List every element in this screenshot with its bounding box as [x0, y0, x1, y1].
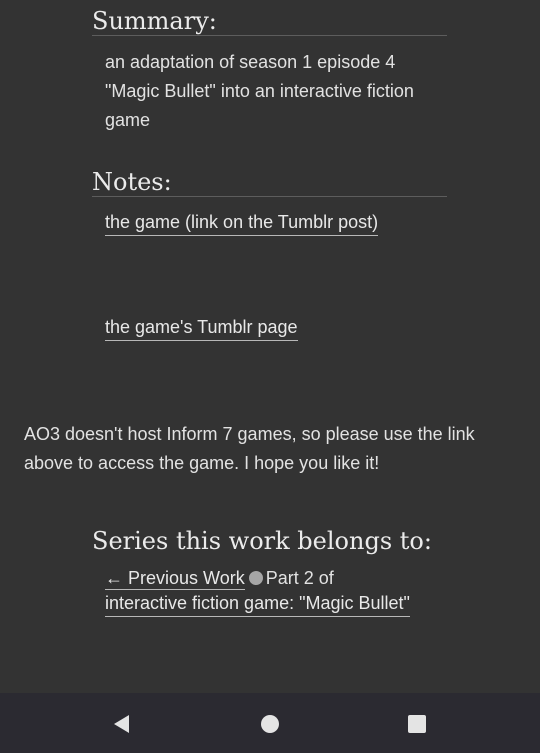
summary-heading: Summary: — [92, 7, 447, 36]
home-button[interactable] — [259, 713, 281, 735]
series-heading: Series this work belongs to: — [92, 527, 432, 555]
series-title-link[interactable]: interactive fiction game: "Magic Bullet" — [105, 591, 410, 617]
summary-text: an adaptation of season 1 episode 4 "Mag… — [105, 52, 414, 130]
notes-heading: Notes: — [92, 168, 447, 197]
game-link[interactable]: the game (link on the Tumblr post) — [105, 210, 379, 236]
bullet-separator-icon — [248, 571, 263, 585]
system-navigation-bar — [0, 693, 540, 753]
previous-work-link[interactable]: ← Previous Work — [105, 568, 245, 590]
recents-button[interactable] — [406, 713, 428, 735]
series-navigation: ← Previous Work Part 2 of — [105, 566, 334, 590]
back-button[interactable] — [111, 713, 133, 735]
home-icon — [261, 715, 279, 733]
tumblr-page-link[interactable]: the game's Tumblr page — [105, 315, 298, 341]
series-part-label: Part 2 of — [265, 568, 334, 588]
back-icon — [114, 715, 129, 733]
end-note-text: AO3 doesn't host Inform 7 games, so plea… — [24, 424, 475, 473]
recents-icon — [408, 715, 426, 733]
